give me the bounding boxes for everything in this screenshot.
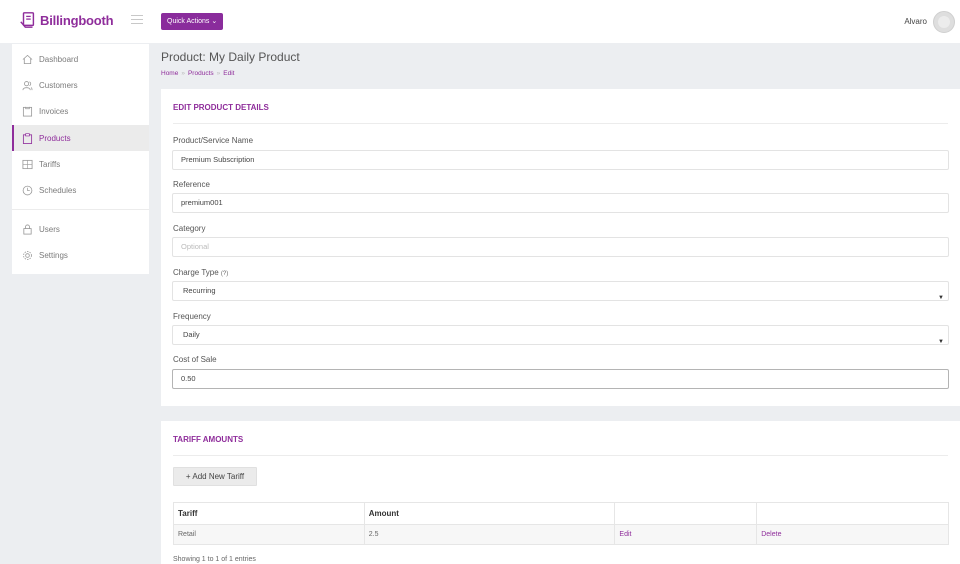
- sidebar: Dashboard Customers Invoices Products Ta…: [12, 44, 149, 274]
- sidebar-item-label: Customers: [39, 80, 78, 90]
- reference-label: Reference: [173, 180, 210, 189]
- billingbooth-logo-icon: [20, 12, 35, 28]
- charge-type-label: Charge Type (?): [173, 268, 228, 277]
- column-header-amount[interactable]: Amount: [363, 502, 616, 525]
- sidebar-item-label: Invoices: [39, 106, 69, 116]
- sidebar-item-products[interactable]: Products: [12, 125, 149, 151]
- sidebar-item-settings[interactable]: Settings: [12, 242, 149, 268]
- grid-icon: [22, 159, 33, 169]
- sidebar-item-label: Tariffs: [39, 159, 61, 169]
- edit-product-panel: EDIT PRODUCT DETAILS Product/Service Nam…: [161, 89, 960, 406]
- charge-type-help-icon[interactable]: (?): [221, 271, 228, 277]
- panel-divider: [173, 123, 948, 124]
- gear-icon: [23, 250, 32, 260]
- sidebar-divider: [12, 209, 149, 210]
- reference-input[interactable]: premium001: [172, 193, 949, 213]
- breadcrumb-home[interactable]: Home: [161, 70, 178, 77]
- add-new-tariff-button[interactable]: + Add New Tariff: [173, 467, 257, 486]
- user-name[interactable]: Alvaro: [904, 17, 927, 26]
- home-icon: [22, 54, 33, 64]
- product-name-label: Product/Service Name: [173, 136, 254, 145]
- product-name-input[interactable]: Premium Subscription: [172, 150, 949, 170]
- panel-divider: [173, 455, 948, 456]
- top-bar: Billingbooth Quick Actions ⌄ Alvaro: [0, 0, 960, 43]
- clipboard-icon: [22, 132, 33, 144]
- column-header-edit: [614, 502, 758, 525]
- charge-type-select[interactable]: Recurring ▼: [172, 281, 949, 301]
- sidebar-item-label: Settings: [39, 250, 68, 260]
- sidebar-item-schedules[interactable]: Schedules: [12, 177, 149, 203]
- panel-title: TARIFF AMOUNTS: [173, 435, 244, 444]
- breadcrumb-products[interactable]: Products: [188, 70, 214, 77]
- chevron-down-icon: ▼: [938, 295, 944, 301]
- sidebar-item-tariffs[interactable]: Tariffs: [12, 151, 149, 177]
- frequency-select[interactable]: Daily ▼: [172, 325, 949, 345]
- sidebar-item-dashboard[interactable]: Dashboard: [12, 46, 149, 72]
- breadcrumb-separator: »: [216, 70, 221, 77]
- sidebar-item-label: Schedules: [39, 185, 77, 195]
- brand-name: Billingbooth: [40, 12, 114, 28]
- breadcrumb: Home» Products» Edit: [161, 70, 234, 77]
- sidebar-item-invoices[interactable]: Invoices: [12, 98, 149, 124]
- sidebar-item-label: Products: [39, 133, 71, 143]
- users-icon: [22, 80, 33, 90]
- cost-of-sale-label: Cost of Sale: [173, 355, 217, 364]
- invoice-icon: [22, 106, 33, 116]
- table-row: Retail 2.5 Edit Delete: [173, 524, 949, 545]
- sidebar-item-label: Users: [39, 224, 60, 234]
- sidebar-item-customers[interactable]: Customers: [12, 72, 149, 98]
- quick-actions-button[interactable]: Quick Actions ⌄: [161, 13, 224, 30]
- panel-title: EDIT PRODUCT DETAILS: [173, 103, 269, 112]
- avatar[interactable]: [933, 11, 955, 33]
- tariffs-table: Tariff Amount Retail 2.5 Edit Delete: [173, 502, 949, 545]
- cost-of-sale-input[interactable]: 0.50: [172, 369, 949, 389]
- column-header-tariff[interactable]: Tariff: [173, 502, 365, 525]
- lock-icon: [23, 224, 32, 234]
- sidebar-item-users[interactable]: Users: [12, 216, 149, 242]
- edit-link[interactable]: Edit: [614, 524, 758, 545]
- brand-logo[interactable]: Billingbooth: [19, 11, 114, 29]
- frequency-value: Daily: [183, 330, 200, 339]
- clock-icon: [22, 185, 33, 195]
- amount-cell: 2.5: [363, 524, 616, 545]
- chevron-down-icon: ▼: [938, 339, 944, 345]
- sidebar-item-label: Dashboard: [39, 54, 79, 64]
- charge-type-label-text: Charge Type: [173, 268, 219, 277]
- frequency-label: Frequency: [173, 312, 211, 321]
- breadcrumb-separator: »: [181, 70, 185, 77]
- category-input[interactable]: Optional: [172, 237, 949, 257]
- breadcrumb-edit: Edit: [223, 70, 235, 77]
- charge-type-value: Recurring: [183, 286, 216, 295]
- column-header-delete: [756, 502, 949, 525]
- category-label: Category: [173, 224, 206, 233]
- tariff-cell: Retail: [173, 524, 365, 545]
- tariff-amounts-panel: TARIFF AMOUNTS + Add New Tariff Tariff A…: [161, 421, 960, 564]
- table-info: Showing 1 to 1 of 1 entries: [173, 556, 256, 563]
- menu-toggle-icon[interactable]: [131, 15, 143, 25]
- delete-link[interactable]: Delete: [756, 524, 949, 545]
- page-title: Product: My Daily Product: [161, 50, 300, 64]
- table-header-row: Tariff Amount: [173, 502, 949, 525]
